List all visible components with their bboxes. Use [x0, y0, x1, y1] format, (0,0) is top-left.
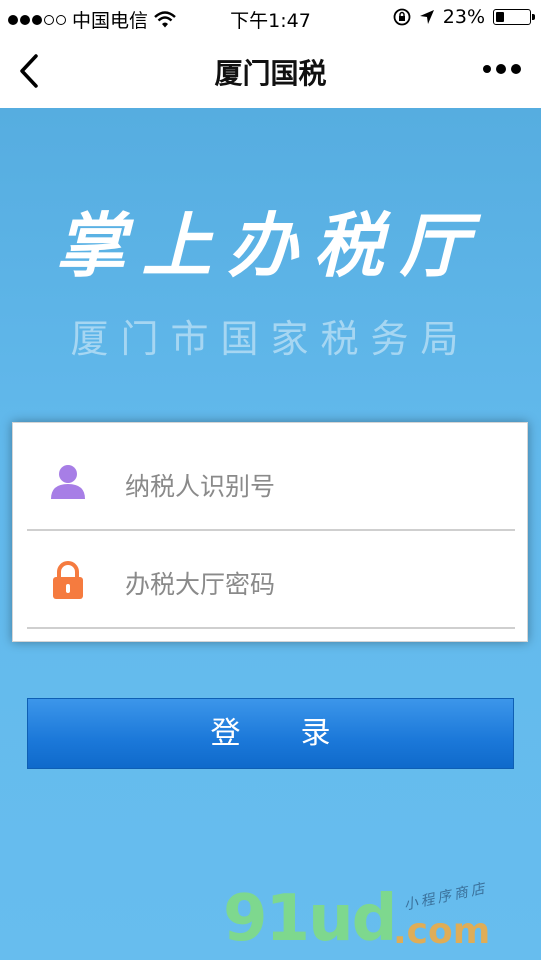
watermark-logo: 91ud .com 小程序商店	[223, 880, 523, 956]
password-placeholder: 办税大厅密码	[125, 570, 276, 599]
field-divider	[27, 529, 515, 531]
page-title: 厦门国税	[214, 57, 327, 90]
status-bar: 中国电信 下午1:47 23%	[0, 0, 541, 34]
app-title: 掌上办税厅	[55, 205, 486, 287]
login-screen: 掌上办税厅 厦门市国家税务局 纳税人识别号 办税大厅密码 登录 91ud .co…	[0, 108, 541, 960]
user-icon	[51, 465, 85, 499]
status-right: 23%	[393, 6, 535, 28]
login-button[interactable]: 登录	[27, 698, 514, 769]
rotation-lock-icon	[393, 8, 411, 26]
nav-bar: 厦门国税	[0, 34, 541, 108]
battery-icon	[493, 9, 535, 25]
more-menu-button[interactable]	[483, 64, 521, 74]
watermark-domain: .com	[393, 911, 491, 952]
watermark-tagline: 小程序商店	[402, 880, 489, 914]
taxpayer-id-placeholder: 纳税人识别号	[125, 472, 276, 501]
password-field[interactable]: 办税大厅密码	[27, 533, 515, 629]
lock-icon	[53, 561, 83, 599]
login-form-card: 纳税人识别号 办税大厅密码	[12, 422, 528, 642]
taxpayer-id-field[interactable]: 纳税人识别号	[27, 435, 515, 531]
app-subtitle: 厦门市国家税务局	[70, 317, 471, 361]
field-divider	[27, 627, 515, 629]
location-arrow-icon	[419, 10, 434, 24]
battery-percent: 23%	[442, 6, 485, 28]
watermark-brand: 91ud	[223, 882, 397, 956]
more-dots-icon	[483, 65, 491, 73]
